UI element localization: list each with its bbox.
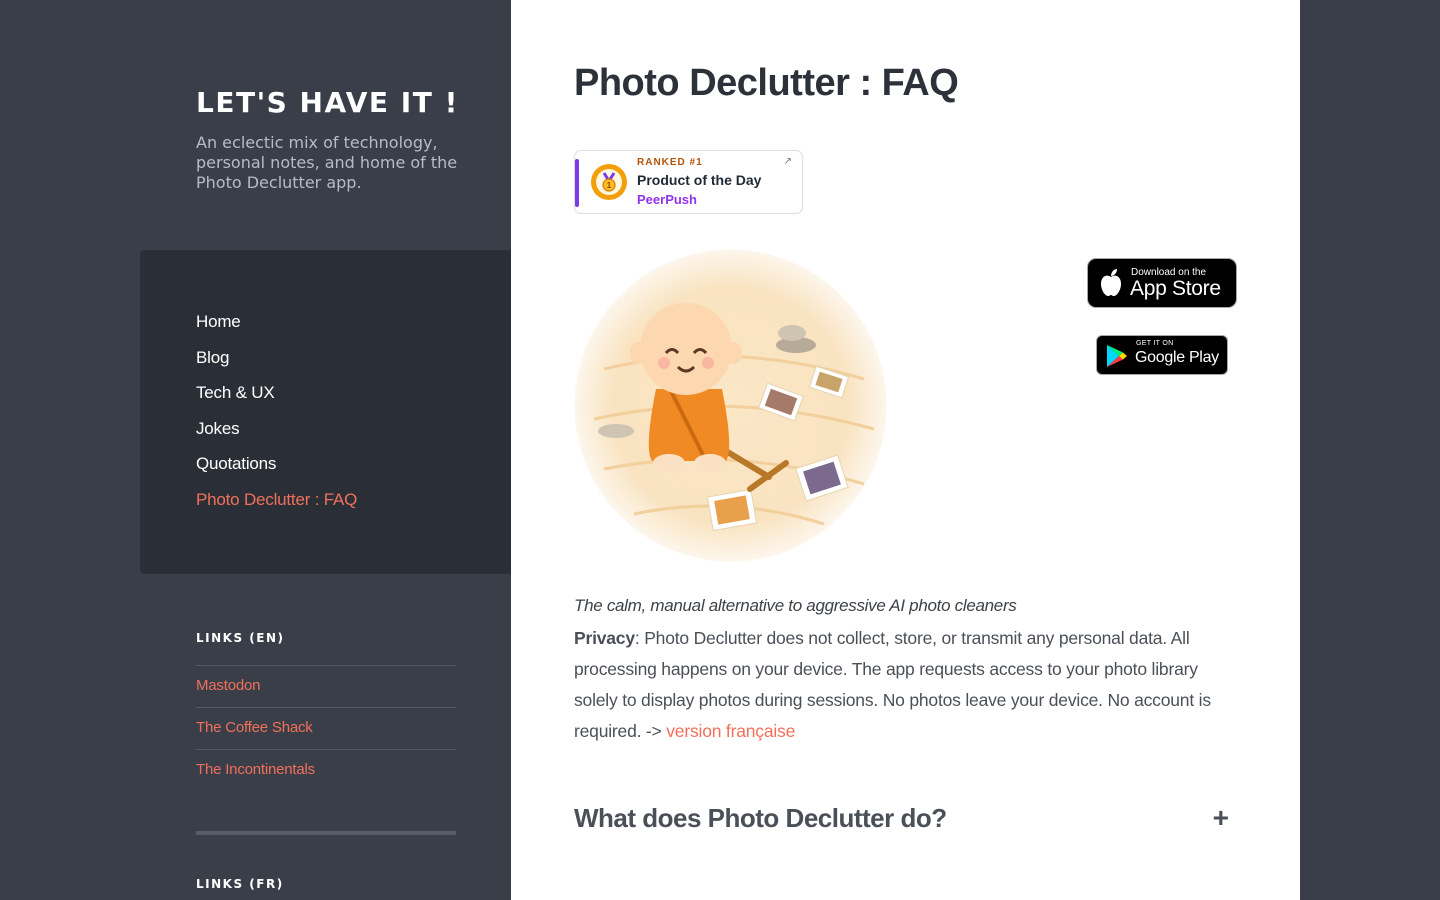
app-store-badge[interactable]: Download on the App Store bbox=[1087, 258, 1237, 308]
svg-text:1: 1 bbox=[607, 181, 612, 190]
site-description: An eclectic mix of technology, personal … bbox=[196, 133, 458, 192]
privacy-paragraph: Privacy: Photo Declutter does not collec… bbox=[574, 623, 1234, 747]
french-version-link[interactable]: version française bbox=[666, 721, 795, 741]
monk-raking-photos-illustration bbox=[574, 249, 887, 562]
google-play-small-text: GET IT ON bbox=[1136, 340, 1174, 347]
page-title: Photo Declutter : FAQ bbox=[574, 62, 959, 104]
main-content: Photo Declutter : FAQ 1 RANKED #1 Produc… bbox=[511, 0, 1300, 900]
nav-item-tech-ux[interactable]: Tech & UX bbox=[196, 381, 357, 417]
links-en-heading: LINKS (EN) bbox=[196, 631, 285, 645]
badge-headline: Product of the Day bbox=[637, 172, 762, 188]
google-play-icon bbox=[1107, 345, 1127, 367]
expand-plus-icon[interactable]: + bbox=[1213, 802, 1229, 834]
google-play-badge[interactable]: GET IT ON Google Play bbox=[1096, 335, 1228, 375]
links-fr-heading: LINKS (FR) bbox=[196, 877, 284, 891]
nav-list: Home Blog Tech & UX Jokes Quotations Pho… bbox=[196, 310, 357, 524]
faq-item[interactable]: What does Photo Declutter do? + bbox=[574, 800, 1229, 840]
nav-item-quotations[interactable]: Quotations bbox=[196, 452, 357, 488]
nav-item-photo-declutter-faq[interactable]: Photo Declutter : FAQ bbox=[196, 488, 357, 524]
app-store-big-text: App Store bbox=[1130, 277, 1221, 300]
badge-ranked-text: RANKED #1 bbox=[637, 157, 703, 168]
medal-icon: 1 bbox=[591, 164, 627, 200]
badge-brand: PeerPush bbox=[637, 192, 697, 207]
faq-question: What does Photo Declutter do? bbox=[574, 803, 947, 833]
nav-item-home[interactable]: Home bbox=[196, 310, 357, 346]
badge-accent-bar bbox=[575, 159, 579, 207]
site-title[interactable]: LET'S HAVE IT ! bbox=[196, 86, 459, 119]
link-mastodon[interactable]: Mastodon bbox=[196, 665, 456, 707]
peerpush-badge[interactable]: 1 RANKED #1 Product of the Day PeerPush … bbox=[574, 150, 803, 214]
widget-divider bbox=[196, 831, 456, 835]
links-en-list: Mastodon The Coffee Shack The Incontinen… bbox=[196, 665, 456, 791]
google-play-big-text: Google Play bbox=[1135, 349, 1219, 366]
link-coffee-shack[interactable]: The Coffee Shack bbox=[196, 707, 456, 749]
link-incontinentals[interactable]: The Incontinentals bbox=[196, 749, 456, 791]
nav-item-jokes[interactable]: Jokes bbox=[196, 417, 357, 453]
apple-icon bbox=[1101, 269, 1121, 296]
privacy-label: Privacy bbox=[574, 628, 635, 648]
external-link-icon: ↗ bbox=[783, 156, 792, 167]
nav-item-blog[interactable]: Blog bbox=[196, 346, 357, 382]
tagline: The calm, manual alternative to aggressi… bbox=[574, 596, 1017, 615]
sidebar: LET'S HAVE IT ! An eclectic mix of techn… bbox=[0, 0, 511, 900]
main-navigation: Home Blog Tech & UX Jokes Quotations Pho… bbox=[140, 250, 511, 574]
